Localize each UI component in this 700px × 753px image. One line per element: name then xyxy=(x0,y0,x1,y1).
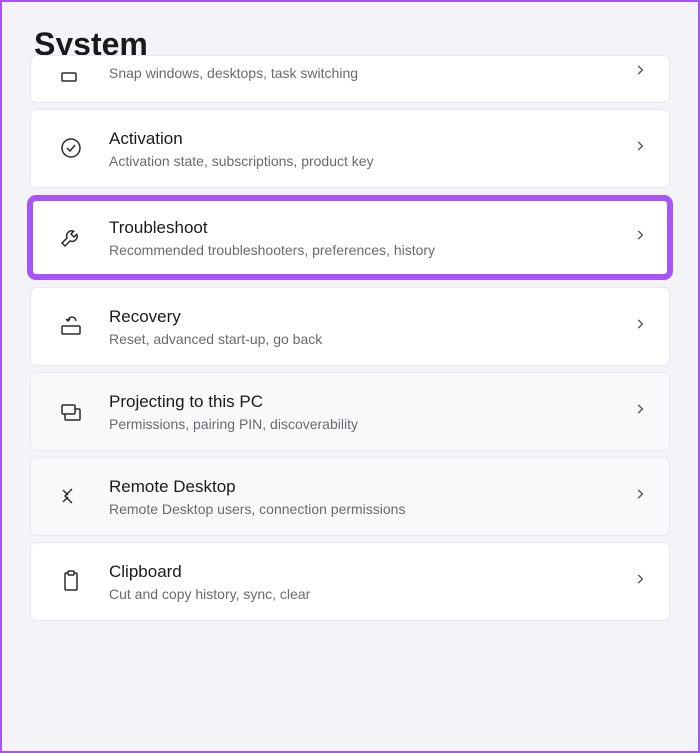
settings-item-remote-desktop[interactable]: Remote Desktop Remote Desktop users, con… xyxy=(30,457,670,536)
settings-item-subtitle: Cut and copy history, sync, clear xyxy=(109,586,621,602)
settings-item-subtitle: Snap windows, desktops, task switching xyxy=(109,65,621,81)
settings-item-multitasking[interactable]: Snap windows, desktops, task switching xyxy=(30,55,670,103)
chevron-right-icon xyxy=(633,139,647,158)
chevron-right-icon xyxy=(633,228,647,247)
clipboard-icon xyxy=(53,569,89,593)
chevron-right-icon xyxy=(633,487,647,506)
settings-item-title: Activation xyxy=(109,128,621,151)
settings-item-troubleshoot[interactable]: Troubleshoot Recommended troubleshooters… xyxy=(30,198,670,277)
settings-item-subtitle: Remote Desktop users, connection permiss… xyxy=(109,501,621,517)
settings-item-title: Clipboard xyxy=(109,561,621,584)
chevron-right-icon xyxy=(633,317,647,336)
settings-item-subtitle: Recommended troubleshooters, preferences… xyxy=(109,242,621,258)
settings-item-subtitle: Permissions, pairing PIN, discoverabilit… xyxy=(109,416,621,432)
settings-item-title: Projecting to this PC xyxy=(109,391,621,414)
settings-item-title: Troubleshoot xyxy=(109,217,621,240)
settings-item-title: Remote Desktop xyxy=(109,476,621,499)
settings-list: Snap windows, desktops, task switching A… xyxy=(30,83,670,621)
remote-icon xyxy=(53,484,89,508)
settings-item-clipboard[interactable]: Clipboard Cut and copy history, sync, cl… xyxy=(30,542,670,621)
chevron-right-icon xyxy=(633,402,647,421)
checkmark-circle-icon xyxy=(53,136,89,160)
settings-item-subtitle: Reset, advanced start-up, go back xyxy=(109,331,621,347)
project-icon xyxy=(53,399,89,423)
settings-item-title: Recovery xyxy=(109,306,621,329)
recovery-icon xyxy=(53,314,89,338)
wrench-icon xyxy=(53,225,89,249)
chevron-right-icon xyxy=(633,572,647,591)
multitask-icon xyxy=(53,60,89,84)
chevron-right-icon xyxy=(633,63,647,82)
settings-item-projecting[interactable]: Projecting to this PC Permissions, pairi… xyxy=(30,372,670,451)
settings-item-activation[interactable]: Activation Activation state, subscriptio… xyxy=(30,109,670,188)
settings-item-subtitle: Activation state, subscriptions, product… xyxy=(109,153,621,169)
settings-item-recovery[interactable]: Recovery Reset, advanced start-up, go ba… xyxy=(30,287,670,366)
